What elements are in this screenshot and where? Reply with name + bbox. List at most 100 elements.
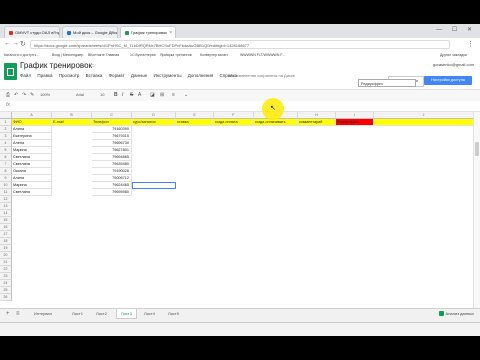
reload-icon[interactable]: ↻ — [20, 40, 26, 48]
row-header[interactable]: 12 — [0, 196, 12, 203]
header-cell[interactable]: Телефон — [92, 119, 132, 126]
browser-tab-1[interactable]: GMVVT студи ОАЛ в: пр × — [4, 26, 60, 38]
column-header-A[interactable]: A — [12, 112, 52, 119]
menu-data[interactable]: Данные — [131, 73, 147, 78]
menu-file[interactable]: Файл — [20, 73, 31, 78]
cell-suggestion-box[interactable]: Радиусфрез — [358, 79, 416, 87]
bookmark-item[interactable]: 1С:Бухгалтерия — [130, 51, 156, 60]
row-header[interactable]: 17 — [0, 231, 12, 238]
header-cell[interactable]: Радиусфрез — [336, 119, 374, 126]
phone-cell[interactable]: 79679315 — [92, 133, 132, 140]
column-header-E[interactable]: E — [176, 112, 214, 119]
header-cell[interactable]: E-mail — [52, 119, 92, 126]
formula-bar[interactable]: fx — [0, 101, 480, 112]
menu-addons[interactable]: Дополнения — [188, 73, 214, 78]
name-cell[interactable]: Светлана — [12, 161, 52, 168]
name-cell[interactable]: Светлана — [12, 154, 52, 161]
column-header-D[interactable]: D — [132, 112, 176, 119]
undo-icon[interactable]: ↶ — [14, 92, 18, 98]
row-header[interactable]: 25 — [0, 287, 12, 294]
row-header[interactable]: 20 — [0, 252, 12, 259]
zoom-select[interactable]: 100% — [40, 92, 50, 97]
scroll-thumb[interactable] — [475, 142, 479, 156]
menu-insert[interactable]: Вставка — [86, 73, 103, 78]
header-cell[interactable]: когда оплачивать — [254, 119, 298, 126]
row-header[interactable]: 10 — [0, 182, 12, 189]
header-cell[interactable]: ФИО — [12, 119, 52, 126]
url-field[interactable]: https://docs.google.com/spreadsheets/d/1… — [30, 40, 450, 49]
name-cell[interactable]: Алина — [12, 175, 52, 182]
row-header[interactable]: 13 — [0, 203, 12, 210]
row-header[interactable]: 11 — [0, 189, 12, 196]
header-cell[interactable]: когда оплата — [214, 119, 254, 126]
phone-cell[interactable]: 79639480 — [92, 161, 132, 168]
row-header[interactable]: 8 — [0, 168, 12, 175]
header-cell[interactable]: комментарий — [298, 119, 336, 126]
name-cell[interactable]: Светлана — [12, 189, 52, 196]
bookmark-item[interactable]: Ярмарка тренингов — [160, 51, 192, 60]
bookmark-item[interactable]: Каталоги и доступ к... — [4, 51, 39, 60]
italic-icon[interactable]: I — [122, 92, 123, 98]
row-header[interactable]: 22 — [0, 266, 12, 273]
sheet-tab-1[interactable]: Лист1 — [68, 309, 87, 319]
row-header[interactable]: 1 — [0, 119, 12, 126]
phone-cell[interactable]: 79624465 — [92, 182, 132, 189]
column-header-H[interactable]: H — [298, 112, 336, 119]
column-header-F[interactable]: F — [214, 112, 254, 119]
redo-icon[interactable]: ↷ — [22, 92, 26, 98]
row-header[interactable]: 9 — [0, 175, 12, 182]
bookmark-other[interactable]: Другие закладки — [440, 51, 467, 60]
name-cell[interactable]: Оксана — [12, 168, 52, 175]
star-icon[interactable]: ☆ — [82, 62, 87, 69]
phone-cell[interactable]: 79696730 — [92, 140, 132, 147]
user-email[interactable]: gorasenko@gmail.com — [433, 62, 474, 67]
phone-cell[interactable]: 79695980 — [92, 189, 132, 196]
column-header-I[interactable]: I — [336, 112, 374, 119]
row-header[interactable]: 4 — [0, 140, 12, 147]
browser-tab-2[interactable]: Мой диск – Google Диск × — [62, 26, 118, 38]
strikethrough-icon[interactable]: S — [130, 92, 133, 98]
select-all-corner[interactable] — [0, 112, 12, 119]
row-header[interactable]: 5 — [0, 147, 12, 154]
row-header[interactable]: 3 — [0, 133, 12, 140]
bookmark-item[interactable]: WWWWN FLT/WWWWN F... — [240, 51, 285, 60]
font-size-select[interactable]: 10 — [100, 92, 104, 97]
row-header[interactable]: 19 — [0, 245, 12, 252]
close-icon[interactable]: × — [53, 27, 56, 38]
menu-edit[interactable]: Правка — [37, 73, 52, 78]
row-header[interactable]: 21 — [0, 259, 12, 266]
borders-icon[interactable]: ⊞ — [160, 92, 164, 98]
column-header-J[interactable]: J — [374, 112, 474, 119]
explore-button[interactable]: Анализ данных — [438, 311, 474, 317]
row-header[interactable]: 24 — [0, 280, 12, 287]
folder-icon[interactable]: ▭ — [90, 62, 96, 69]
share-button[interactable]: Настройки доступа — [424, 76, 472, 85]
row-header[interactable]: 23 — [0, 273, 12, 280]
name-cell[interactable]: Алена — [12, 140, 52, 147]
sheet-tab-4[interactable]: Лист4 — [140, 309, 159, 319]
menu-format[interactable]: Формат — [109, 73, 125, 78]
sheet-tab-active[interactable]: Лист3 — [116, 309, 137, 319]
menu-tools[interactable]: Инструменты — [153, 73, 181, 78]
more-icon[interactable]: ⌄ — [184, 92, 188, 98]
sheets-list-icon[interactable]: ≡ — [16, 311, 20, 317]
row-header[interactable]: 14 — [0, 210, 12, 217]
column-header-B[interactable]: B — [52, 112, 92, 119]
sheet-tab-0[interactable]: Интервал — [30, 309, 56, 319]
selected-cell[interactable] — [132, 182, 176, 189]
phone-cell[interactable]: 79160390 — [92, 126, 132, 133]
align-icon[interactable]: ≡ — [172, 92, 175, 98]
row-header[interactable]: 26 — [0, 294, 12, 301]
spreadsheet-grid[interactable]: ABCDEFGHIJ 1ФИОE-mailТелефонкурс/занятия… — [0, 112, 480, 308]
window-controls[interactable]: — ☐ ✕ — [436, 26, 476, 33]
close-icon[interactable]: × — [169, 27, 172, 38]
row-header[interactable]: 15 — [0, 217, 12, 224]
row-header[interactable]: 2 — [0, 126, 12, 133]
vertical-scrollbar[interactable] — [473, 112, 480, 308]
add-sheet-icon[interactable]: + — [6, 311, 10, 317]
header-cell[interactable]: курс/занятия — [132, 119, 176, 126]
row-header[interactable]: 7 — [0, 161, 12, 168]
bold-icon[interactable]: B — [114, 92, 118, 98]
phone-cell[interactable]: 79006712 — [92, 175, 132, 182]
row-header[interactable]: 18 — [0, 238, 12, 245]
